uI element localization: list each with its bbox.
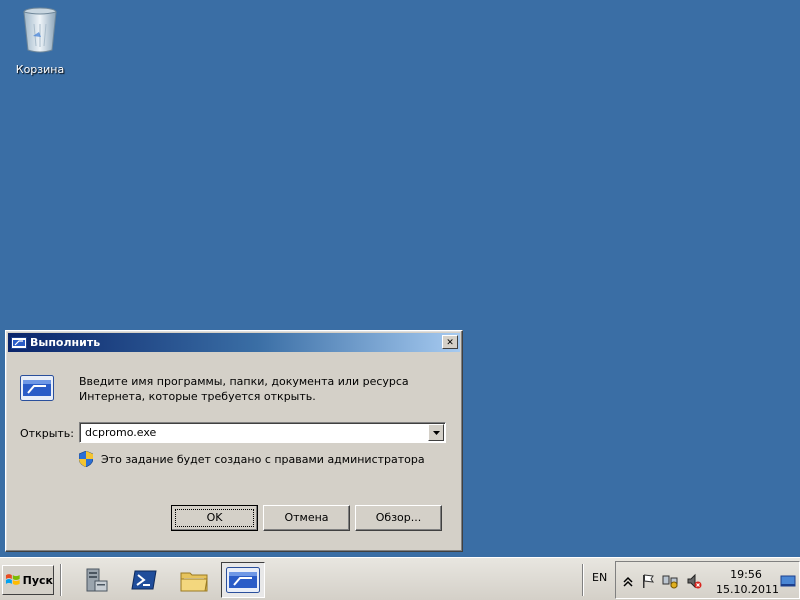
start-button[interactable]: Пуск xyxy=(2,565,54,595)
taskbar-separator xyxy=(60,564,62,596)
explorer-folder-icon xyxy=(180,572,208,592)
ok-button[interactable]: OK xyxy=(171,505,258,531)
taskbar: Пуск EN 19:56 15.10.2011 xyxy=(0,557,800,600)
run-program-icon xyxy=(20,375,54,401)
network-icon[interactable] xyxy=(662,573,678,589)
open-label: Открыть: xyxy=(20,427,74,440)
uac-note-row: Это задание будет создано с правами адми… xyxy=(79,451,425,467)
uac-shield-icon xyxy=(79,451,93,467)
recycle-bin-label: Корзина xyxy=(15,63,65,76)
start-label: Пуск xyxy=(22,573,53,587)
server-manager-icon xyxy=(86,568,108,592)
run-icon xyxy=(11,336,27,349)
recycle-bin-icon xyxy=(23,7,57,53)
taskbar-app-server-manager[interactable] xyxy=(74,562,118,598)
dialog-prompt: Введите имя программы, папки, документа … xyxy=(79,374,419,404)
chevron-down-icon xyxy=(432,430,440,435)
show-desktop-icon[interactable] xyxy=(780,573,796,589)
dropdown-button[interactable] xyxy=(428,424,444,441)
run-dialog: Выполнить ✕ Введите имя программы, папки… xyxy=(5,330,463,552)
windows-logo-icon xyxy=(5,574,20,585)
prompt-line-2: Интернета, которые требуется открыть. xyxy=(79,390,316,403)
clock-date: 15.10.2011 xyxy=(716,583,779,596)
taskbar-app-explorer[interactable] xyxy=(172,562,216,598)
dialog-titlebar[interactable]: Выполнить ✕ xyxy=(8,333,460,352)
uac-note-text: Это задание будет создано с правами адми… xyxy=(101,452,425,466)
show-hidden-icons-chevron[interactable] xyxy=(620,573,636,589)
powershell-icon xyxy=(131,570,157,590)
taskbar-app-run[interactable] xyxy=(221,562,265,598)
close-button[interactable]: ✕ xyxy=(442,335,458,349)
volume-muted-icon[interactable] xyxy=(686,573,702,589)
clock-time: 19:56 xyxy=(730,568,762,581)
notification-area: 19:56 15.10.2011 xyxy=(615,561,800,599)
taskbar-separator xyxy=(582,564,584,596)
taskbar-app-powershell[interactable] xyxy=(122,562,166,598)
clock[interactable]: 19:56 15.10.2011 xyxy=(716,567,779,597)
run-dialog-icon xyxy=(226,567,260,593)
language-indicator[interactable]: EN xyxy=(592,571,607,584)
action-center-flag-icon[interactable] xyxy=(640,573,656,589)
browse-button[interactable]: Обзор... xyxy=(355,505,442,531)
open-input[interactable]: dcpromo.exe xyxy=(85,426,156,439)
dialog-title: Выполнить xyxy=(30,336,101,349)
open-combobox[interactable]: dcpromo.exe xyxy=(79,422,446,443)
prompt-line-1: Введите имя программы, папки, документа … xyxy=(79,375,409,388)
recycle-bin-desktop-icon[interactable]: Корзина xyxy=(10,6,70,76)
cancel-button[interactable]: Отмена xyxy=(263,505,350,531)
